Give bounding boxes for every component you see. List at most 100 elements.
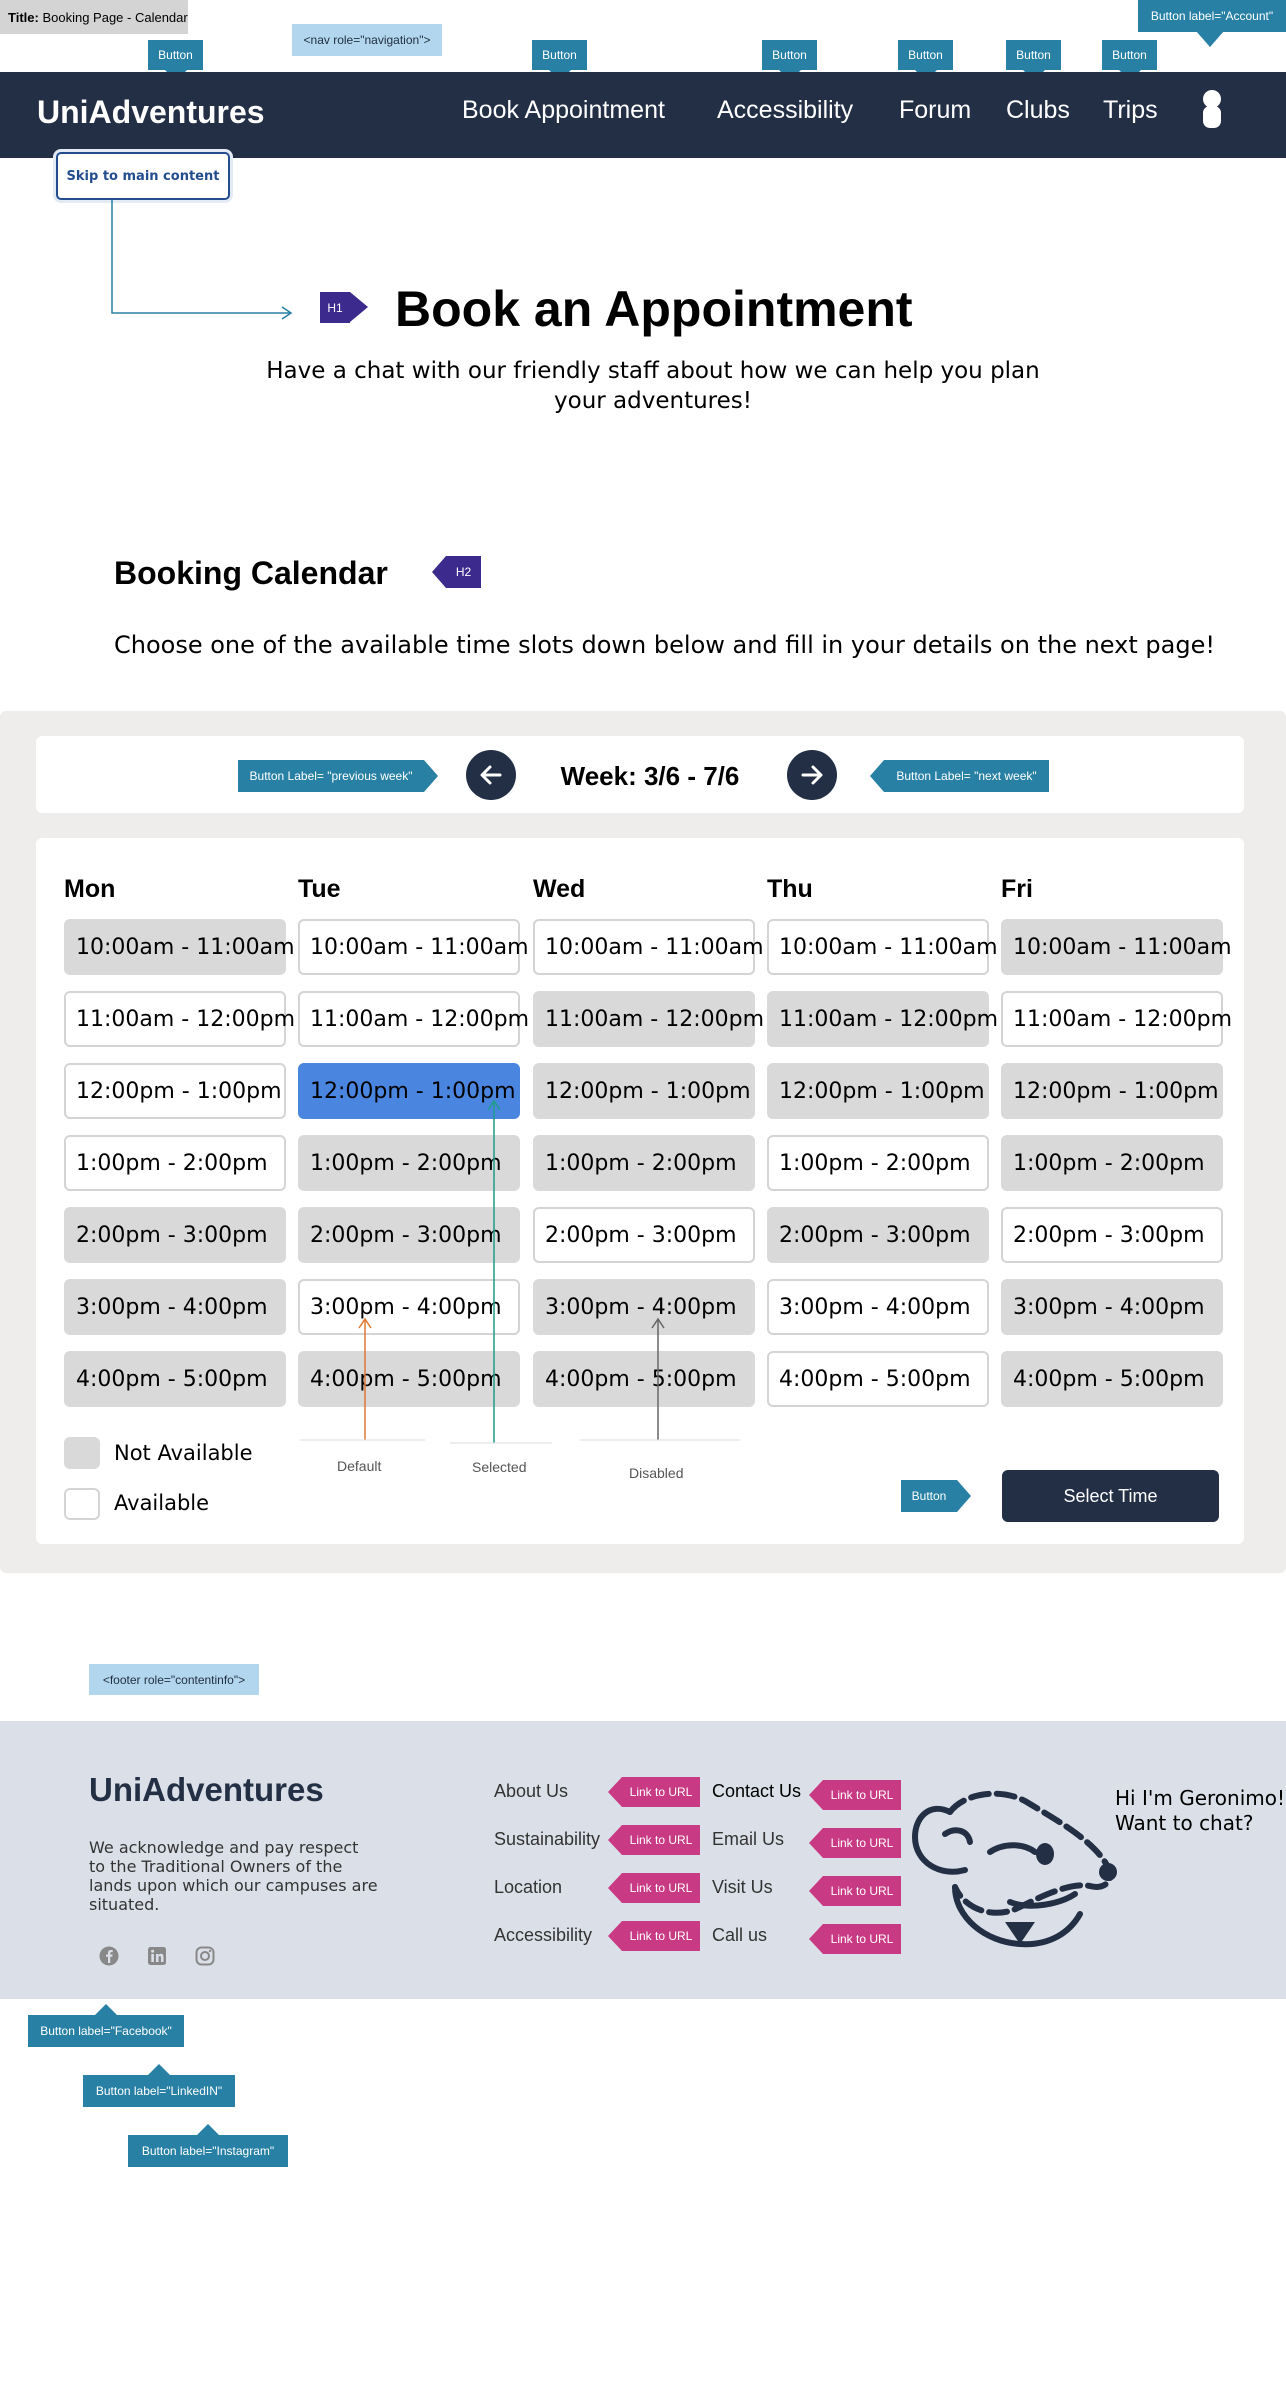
time-slot-wed-1: 11:00am - 12:00pm xyxy=(533,991,764,1047)
h1-annotation-arrow xyxy=(350,292,368,322)
state-annotation-arrows xyxy=(300,1099,740,1444)
time-slot-fri-0: 10:00am - 11:00am xyxy=(1001,919,1232,975)
page-title-value: Booking Page - Calendar xyxy=(42,9,188,25)
nav-forum[interactable]: Forum xyxy=(899,96,971,125)
state-disabled-label: Disabled xyxy=(629,1465,684,1481)
time-slot-tue-1[interactable]: 11:00am - 12:00pm xyxy=(298,991,529,1047)
linkedin-annotation: Button label="LinkedIN" xyxy=(83,2064,235,2107)
button-annotation: Button xyxy=(1006,40,1061,81)
button-annotation: Button xyxy=(532,40,587,81)
account-button-annotation: Button label="Account" xyxy=(1138,0,1286,32)
day-header-tue: Tue xyxy=(298,875,341,903)
footer-brand: UniAdventures xyxy=(89,1771,324,1808)
time-slot-fri-1[interactable]: 11:00am - 12:00pm xyxy=(1001,991,1232,1047)
legend-not-available-swatch xyxy=(64,1437,100,1469)
geronimo-mascot-icon[interactable] xyxy=(910,1782,1120,1952)
linkedin-icon[interactable] xyxy=(146,1945,168,1967)
button-annotation: Button xyxy=(1102,40,1157,81)
time-slot-mon-5: 3:00pm - 4:00pm xyxy=(64,1279,286,1335)
time-slot-mon-3[interactable]: 1:00pm - 2:00pm xyxy=(64,1135,286,1191)
footer-link-sustainability[interactable]: Sustainability xyxy=(494,1829,600,1850)
state-selected-label: Selected xyxy=(472,1459,527,1475)
time-slot-thu-2: 12:00pm - 1:00pm xyxy=(767,1063,989,1119)
time-slot-fri-2: 12:00pm - 1:00pm xyxy=(1001,1063,1223,1119)
footer-acknowledgement: We acknowledge and pay respect to the Tr… xyxy=(89,1838,378,1914)
instagram-annotation: Button label="Instagram" xyxy=(128,2124,288,2167)
page-title: Book an Appointment xyxy=(395,281,913,337)
previous-week-button[interactable] xyxy=(466,750,516,800)
next-week-button[interactable] xyxy=(787,750,837,800)
time-slot-thu-1: 11:00am - 12:00pm xyxy=(767,991,998,1047)
time-slot-thu-3[interactable]: 1:00pm - 2:00pm xyxy=(767,1135,989,1191)
state-default-label: Default xyxy=(337,1458,382,1474)
page-title-label: Title: xyxy=(8,9,39,25)
legend-not-available-label: Not Available xyxy=(114,1441,253,1465)
link-to-url-annotation: Link to URL xyxy=(608,1921,700,1951)
time-slot-thu-0[interactable]: 10:00am - 11:00am xyxy=(767,919,998,975)
button-annotation: Button xyxy=(898,40,953,81)
footer-link-call-us[interactable]: Call us xyxy=(712,1925,767,1946)
button-annotation: Button xyxy=(148,40,203,81)
nav-accessibility[interactable]: Accessibility xyxy=(717,96,853,125)
h1-annotation: H1 xyxy=(320,292,350,323)
time-slot-thu-4: 2:00pm - 3:00pm xyxy=(767,1207,989,1263)
time-slot-fri-6: 4:00pm - 5:00pm xyxy=(1001,1351,1223,1407)
nav-trips[interactable]: Trips xyxy=(1103,96,1158,125)
booking-calendar-heading: Booking Calendar xyxy=(114,555,388,591)
account-icon[interactable] xyxy=(1196,88,1228,130)
footer-link-email-us[interactable]: Email Us xyxy=(712,1829,784,1850)
link-to-url-annotation: Link to URL xyxy=(809,1828,901,1858)
instagram-icon[interactable] xyxy=(194,1945,216,1967)
next-week-annotation: Button Label= "next week" xyxy=(870,760,1049,792)
day-header-mon: Mon xyxy=(64,875,116,903)
footer-link-about-us[interactable]: About Us xyxy=(494,1781,568,1802)
site-brand[interactable]: UniAdventures xyxy=(37,94,265,131)
time-slot-fri-4[interactable]: 2:00pm - 3:00pm xyxy=(1001,1207,1223,1263)
time-slot-tue-0[interactable]: 10:00am - 11:00am xyxy=(298,919,529,975)
chat-prompt[interactable]: Hi I'm Geronimo! Want to chat? xyxy=(1115,1786,1285,1836)
time-slot-mon-2[interactable]: 12:00pm - 1:00pm xyxy=(64,1063,286,1119)
time-slot-mon-0: 10:00am - 11:00am xyxy=(64,919,295,975)
footer-link-accessibility[interactable]: Accessibility xyxy=(494,1925,592,1946)
page-title-tag: Title: Booking Page - Calendar xyxy=(0,0,188,34)
account-annotation-pointer xyxy=(1196,31,1224,47)
link-to-url-annotation: Link to URL xyxy=(809,1780,901,1810)
facebook-annotation: Button label="Facebook" xyxy=(28,2004,184,2047)
legend-available-swatch xyxy=(64,1488,100,1520)
link-to-url-annotation: Link to URL xyxy=(608,1873,700,1903)
time-slot-thu-6[interactable]: 4:00pm - 5:00pm xyxy=(767,1351,989,1407)
week-label: Week: 3/6 - 7/6 xyxy=(560,761,740,791)
h2-annotation: H2 xyxy=(446,556,481,588)
h2-annotation-arrow xyxy=(432,556,446,588)
site-header: UniAdventures Book Appointment Accessibi… xyxy=(0,72,1286,158)
link-to-url-annotation: Link to URL xyxy=(809,1876,901,1906)
calendar-instructions: Choose one of the available time slots d… xyxy=(114,631,1215,659)
arrow-right-icon xyxy=(801,765,823,785)
footer-role-annotation: <footer role="contentinfo"> xyxy=(89,1664,259,1695)
legend-available-label: Available xyxy=(114,1491,210,1515)
nav-role-annotation: <nav role="navigation"> xyxy=(292,24,442,56)
footer-link-contact-us[interactable]: Contact Us xyxy=(712,1781,801,1802)
day-header-wed: Wed xyxy=(533,875,586,903)
nav-clubs[interactable]: Clubs xyxy=(1006,96,1070,125)
footer-link-location[interactable]: Location xyxy=(494,1877,562,1898)
facebook-icon[interactable] xyxy=(98,1945,120,1967)
time-slot-wed-0[interactable]: 10:00am - 11:00am xyxy=(533,919,764,975)
nav-book-appointment[interactable]: Book Appointment xyxy=(462,96,665,125)
time-slot-mon-4: 2:00pm - 3:00pm xyxy=(64,1207,286,1263)
time-slot-mon-6: 4:00pm - 5:00pm xyxy=(64,1351,286,1407)
select-time-button[interactable]: Select Time xyxy=(1002,1470,1219,1522)
time-slot-mon-1[interactable]: 11:00am - 12:00pm xyxy=(64,991,295,1047)
link-to-url-annotation: Link to URL xyxy=(809,1924,901,1954)
link-to-url-annotation: Link to URL xyxy=(608,1777,700,1807)
time-slot-fri-3: 1:00pm - 2:00pm xyxy=(1001,1135,1223,1191)
footer-link-visit-us[interactable]: Visit Us xyxy=(712,1877,773,1898)
day-header-fri: Fri xyxy=(1001,875,1033,903)
button-annotation: Button xyxy=(762,40,817,81)
link-to-url-annotation: Link to URL xyxy=(608,1825,700,1855)
intro-text: Have a chat with our friendly staff abou… xyxy=(266,358,1040,414)
skip-to-main-link[interactable]: Skip to main content xyxy=(56,152,230,200)
time-slot-thu-5[interactable]: 3:00pm - 4:00pm xyxy=(767,1279,989,1335)
skip-link-connector xyxy=(111,200,293,320)
previous-week-annotation: Button Label= "previous week" xyxy=(238,760,438,792)
